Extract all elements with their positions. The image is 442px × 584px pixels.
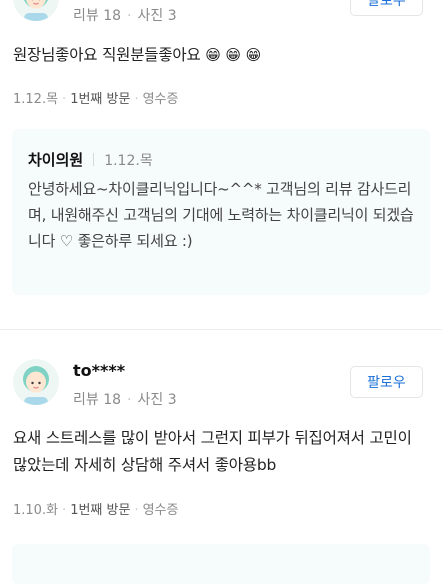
reply-owner-name: 차이의원 [28,151,83,169]
grinning-emoji-icon: 😁 [225,46,240,64]
meta-dot: · [127,8,131,24]
meta-dot: · [127,392,131,408]
review-body: 원장님좋아요 직원분들좋아요 [13,46,201,64]
reply-text[interactable]: 안녕하세요~차이클리닉입니다~^^* 고객님의 리뷰 감사드리며, 내원해주신 … [28,176,420,254]
reply-date: 1.12.목 [104,153,153,169]
reviewer-name[interactable]: to**** [73,361,125,380]
follow-button[interactable]: 팔로우 [350,366,423,398]
grinning-emoji-icon: 😁 [246,46,261,64]
review-count: 리뷰 18 [73,8,121,24]
meta-dot: · [134,503,138,518]
meta-dot: · [62,92,66,107]
reviewer-avatar[interactable] [13,0,59,21]
visit-date: 1.12.목 [13,92,58,107]
visit-info: 1.12.목 · 1번째 방문 · 영수증 [13,88,178,107]
photo-count: 사진 3 [137,8,176,24]
reviewer-avatar[interactable] [13,359,59,405]
visit-proof: 영수증 [143,503,179,518]
reply-divider [93,153,94,166]
photo-count: 사진 3 [137,392,176,408]
review-divider [0,329,442,330]
review-text[interactable]: 요새 스트레스를 많이 받아서 그런지 피부가 뒤집어져서 고민이 많았는데 자… [13,425,429,479]
visit-proof: 영수증 [143,92,179,107]
default-profile-avatar-icon [13,359,59,405]
grinning-emoji-icon: 😁 [205,46,220,64]
review-count: 리뷰 18 [73,392,121,408]
visit-info: 1.10.화 · 1번째 방문 · 영수증 [13,499,178,518]
visit-count: 1번째 방문 [70,92,130,107]
reviewer-meta: 리뷰 18 · 사진 3 [73,5,177,25]
visit-date: 1.10.화 [13,503,58,518]
follow-button[interactable]: 팔로우 [350,0,423,16]
owner-reply [12,544,430,584]
meta-dot: · [134,92,138,107]
owner-reply: 차이의원 1.12.목 안녕하세요~차이클리닉입니다~^^* 고객님의 리뷰 감사… [12,129,430,295]
default-profile-avatar-icon [13,0,59,21]
review-text[interactable]: 원장님좋아요 직원분들좋아요 😁 😁 😁 [13,42,429,69]
visit-count: 1번째 방문 [70,503,130,518]
reviewer-meta: 리뷰 18 · 사진 3 [73,389,177,409]
reply-header: 차이의원 1.12.목 [28,149,153,170]
meta-dot: · [62,503,66,518]
